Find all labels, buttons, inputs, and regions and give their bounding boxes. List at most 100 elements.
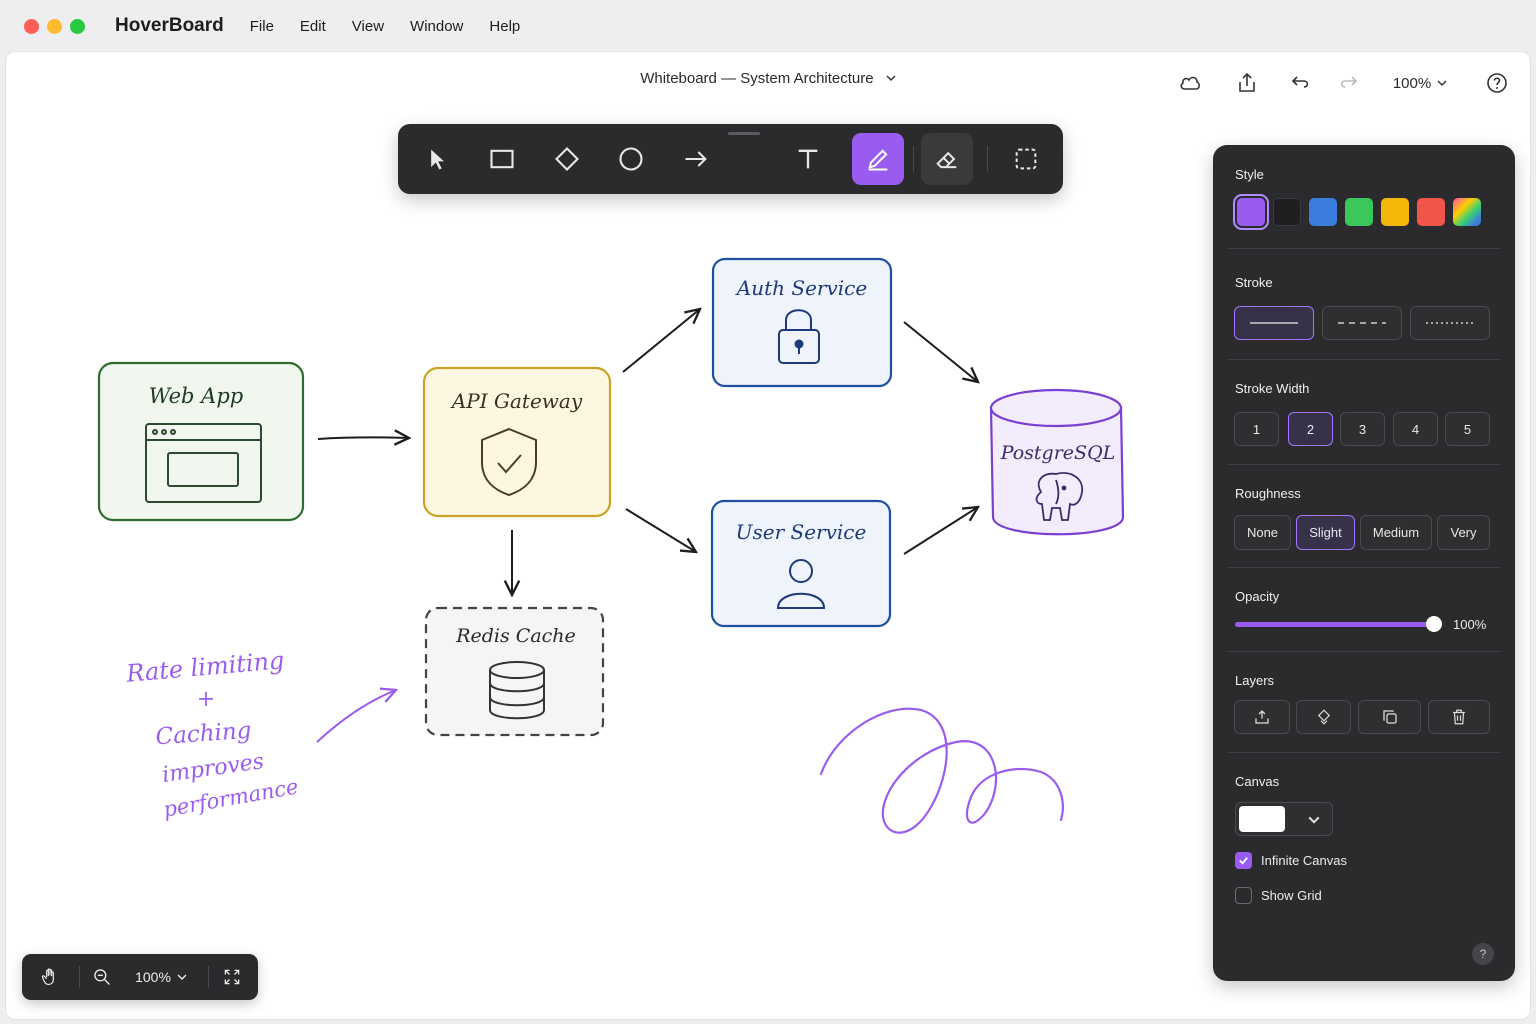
menu-window[interactable]: Window [410,18,463,35]
duplicate-button[interactable] [1358,700,1421,734]
toolbar-divider [913,146,914,172]
zoom-bar: 100% [22,954,258,1000]
zoom-out-button[interactable] [90,954,114,1000]
tool-ellipse[interactable] [605,133,657,185]
style-label: Style [1235,167,1264,182]
divider [1227,464,1501,465]
node-redis-cache[interactable]: Redis Cache [424,606,605,737]
roughness-very[interactable]: Very [1437,515,1490,550]
zoom-level-select[interactable]: 100% [128,954,194,1000]
stroke-label: Stroke [1235,275,1273,290]
tool-eraser[interactable] [921,133,973,185]
infinite-canvas-label: Infinite Canvas [1261,853,1347,868]
menu-bar: HoverBoard File Edit View Window Help [0,0,1536,52]
node-web-app[interactable]: Web App [97,361,305,522]
bring-front-icon [1255,710,1269,724]
close-window-button[interactable] [24,18,39,34]
menu-file[interactable]: File [250,18,274,35]
minimize-window-button[interactable] [47,18,62,34]
annotation-line-1: Rate limiting [124,646,285,688]
redo-icon[interactable] [1333,68,1363,98]
color-swatch-purple[interactable] [1233,194,1269,230]
drawing-toolbar [398,124,1063,194]
roughness-slight[interactable]: Slight [1296,515,1355,550]
arrow-webapp-gateway [317,437,409,439]
node-auth-service[interactable]: Auth Service [711,257,893,388]
stroke-width-4[interactable]: 4 [1393,412,1438,446]
hand-icon [41,968,54,986]
stroke-solid-button[interactable] [1234,306,1314,340]
opacity-slider-track[interactable] [1235,622,1433,627]
tool-select[interactable] [411,133,463,185]
stroke-width-3[interactable]: 3 [1340,412,1385,446]
pencil-icon [868,149,888,171]
dashed-line-icon [1338,322,1386,324]
bring-front-button[interactable] [1234,700,1290,734]
chevron-down-icon [886,70,896,87]
color-swatch-green[interactable] [1345,198,1373,226]
node-user-service[interactable]: User Service [710,499,892,628]
stroke-width-2[interactable]: 2 [1288,412,1333,446]
tool-text[interactable] [782,133,834,185]
annotation-note[interactable]: Rate limiting + Caching improves perform… [124,646,396,822]
opacity-slider-knob[interactable] [1426,616,1442,632]
app-name: HoverBoard [115,15,224,36]
stroke-width-5[interactable]: 5 [1445,412,1490,446]
color-swatch-red[interactable] [1417,198,1445,226]
hand-tool-button[interactable] [38,954,62,1000]
roughness-medium[interactable]: Medium [1360,515,1432,550]
chevron-down-icon [1308,816,1320,824]
solid-line-icon [1250,322,1298,324]
menu-view[interactable]: View [352,18,384,35]
arrange-button[interactable] [1296,700,1351,734]
menu-edit[interactable]: Edit [300,18,326,35]
color-swatch-black[interactable] [1273,198,1301,226]
toolbar-drag-handle[interactable] [728,132,760,135]
delete-button[interactable] [1428,700,1490,734]
roughness-none[interactable]: None [1234,515,1291,550]
menu-help[interactable]: Help [489,18,520,35]
color-swatch-blue[interactable] [1309,198,1337,226]
infinite-canvas-checkbox[interactable] [1235,852,1252,869]
divider [1227,567,1501,568]
fit-screen-button[interactable] [220,954,244,1000]
zoom-select[interactable]: 100% [1388,68,1452,98]
cloud-icon[interactable] [1175,68,1205,98]
color-swatch-custom[interactable] [1453,198,1481,226]
tool-lasso[interactable] [1000,133,1052,185]
zoom-window-button[interactable] [70,18,85,34]
stroke-dotted-button[interactable] [1410,306,1490,340]
show-grid-option[interactable]: Show Grid [1235,887,1322,904]
user-service-label: User Service [736,520,867,544]
show-grid-checkbox[interactable] [1235,887,1252,904]
tool-arrow[interactable] [670,133,722,185]
chevron-down-icon [1437,75,1447,92]
zoom-level-value: 100% [135,969,171,985]
chevron-down-icon [177,974,187,980]
help-icon[interactable] [1482,68,1512,98]
rectangle-icon [490,149,514,169]
postgresql-label: PostgreSQL [1000,442,1116,464]
infinite-canvas-option[interactable]: Infinite Canvas [1235,852,1347,869]
tool-rectangle[interactable] [476,133,528,185]
node-api-gateway[interactable]: API Gateway [422,366,612,518]
undo-icon[interactable] [1286,68,1316,98]
color-swatch-yellow[interactable] [1381,198,1409,226]
arrow-gateway-auth [622,309,700,373]
canvas-color-picker[interactable] [1235,802,1333,836]
freehand-scribble[interactable] [819,707,1064,834]
share-icon[interactable] [1232,68,1262,98]
zoombar-divider [208,966,209,988]
arrow-gateway-user [625,508,696,552]
annotation-line-3: Caching [155,718,252,751]
stroke-dashed-button[interactable] [1322,306,1402,340]
marquee-select-icon [1015,148,1037,170]
layers-label: Layers [1235,673,1275,688]
tool-diamond[interactable] [541,133,593,185]
dotted-line-icon [1426,322,1474,324]
panel-help-button[interactable]: ? [1472,943,1494,965]
node-postgresql[interactable]: PostgreSQL [989,388,1125,536]
tool-pen[interactable] [852,133,904,185]
arrow-right-icon [685,151,707,167]
stroke-width-1[interactable]: 1 [1234,412,1279,446]
